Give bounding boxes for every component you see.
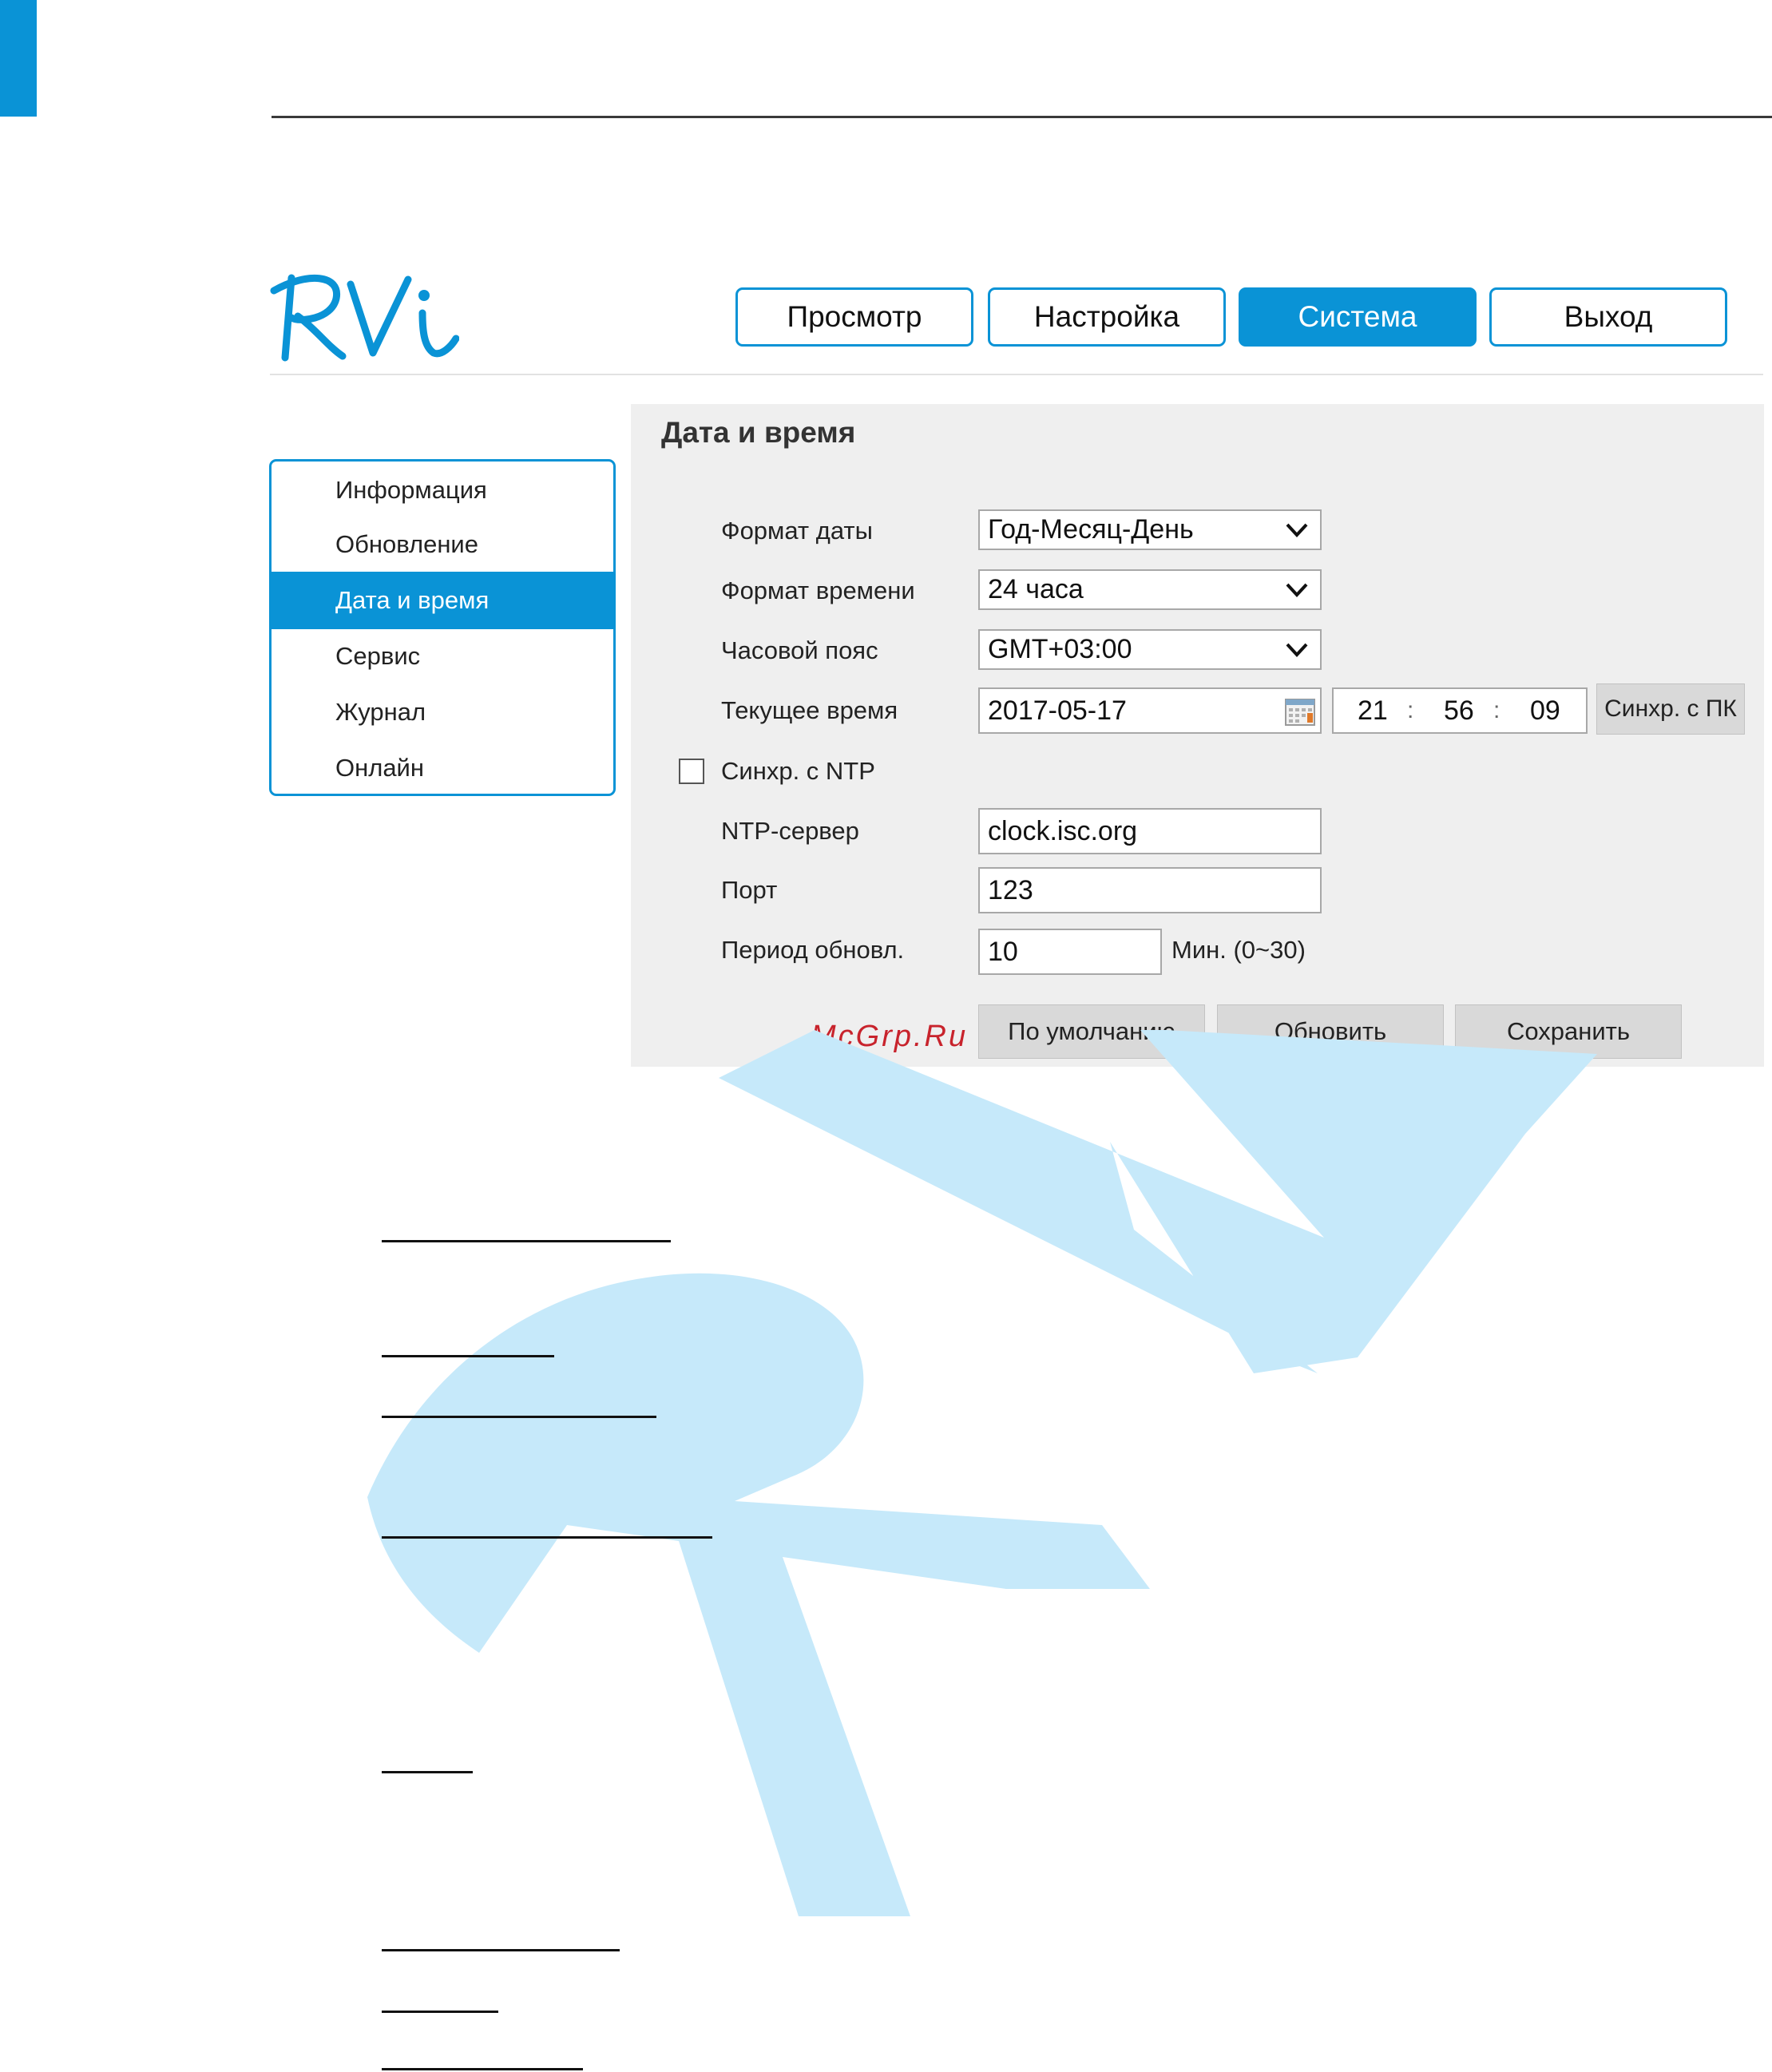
- update-period-input[interactable]: 10: [978, 929, 1162, 975]
- ntp-server-label: NTP-сервер: [721, 817, 859, 845]
- date-format-label: Формат даты: [721, 517, 873, 545]
- ntp-sync-label: Синхр. с NTP: [721, 757, 875, 785]
- default-button[interactable]: По умолчанию: [978, 1004, 1205, 1059]
- current-date-value: 2017-05-17: [988, 695, 1127, 726]
- watermark-text: McGrp.Ru: [811, 1020, 969, 1053]
- time-separator: :: [1493, 697, 1500, 723]
- ntp-server-value: clock.isc.org: [988, 815, 1138, 846]
- ntp-server-input[interactable]: clock.isc.org: [978, 808, 1322, 854]
- current-time-input[interactable]: 21 : 56 : 09: [1332, 687, 1588, 734]
- update-period-unit: Мин. (0~30): [1171, 936, 1306, 964]
- watermark-graphic: [367, 1030, 1597, 1916]
- blank-line: [382, 2068, 583, 2070]
- sidebar-item-service[interactable]: Сервис: [272, 628, 613, 685]
- current-date-input[interactable]: 2017-05-17: [978, 687, 1322, 734]
- calendar-icon[interactable]: [1285, 699, 1315, 726]
- hours-value[interactable]: 21: [1358, 689, 1388, 732]
- ntp-sync-checkbox[interactable]: [679, 759, 704, 784]
- blank-line: [382, 1355, 554, 1357]
- chevron-down-icon: [1286, 523, 1308, 537]
- timezone-value: GMT+03:00: [988, 634, 1132, 664]
- current-time-label: Текущее время: [721, 696, 898, 724]
- time-format-value: 24 часа: [988, 574, 1084, 604]
- seconds-value[interactable]: 09: [1530, 689, 1560, 732]
- nav-settings-button[interactable]: Настройка: [988, 287, 1226, 347]
- sync-with-pc-button[interactable]: Синхр. с ПК: [1596, 683, 1745, 735]
- rvi-logo: [270, 274, 459, 362]
- settings-panel: [631, 404, 1764, 1067]
- panel-title: Дата и время: [661, 416, 856, 449]
- date-format-value: Год-Месяц-День: [988, 514, 1194, 545]
- port-input[interactable]: 123: [978, 867, 1322, 913]
- minutes-value[interactable]: 56: [1444, 689, 1474, 732]
- time-format-label: Формат времени: [721, 576, 915, 604]
- refresh-button[interactable]: Обновить: [1217, 1004, 1444, 1059]
- time-separator: :: [1407, 697, 1414, 723]
- sidebar-item-date-time[interactable]: Дата и время: [272, 572, 613, 629]
- blank-line: [382, 2011, 498, 2013]
- port-value: 123: [988, 874, 1033, 905]
- update-period-label: Период обновл.: [721, 936, 905, 964]
- blank-line: [382, 1240, 671, 1242]
- sidebar-item-upgrade[interactable]: Обновление: [272, 516, 613, 573]
- nav-logout-button[interactable]: Выход: [1489, 287, 1727, 347]
- date-format-select[interactable]: Год-Месяц-День: [978, 509, 1322, 550]
- blank-line: [382, 1536, 712, 1539]
- port-label: Порт: [721, 876, 778, 904]
- header-divider: [270, 374, 1763, 375]
- sidebar-item-log[interactable]: Журнал: [272, 683, 613, 741]
- top-divider: [272, 116, 1772, 118]
- save-button[interactable]: Сохранить: [1455, 1004, 1682, 1059]
- nav-system-button[interactable]: Система: [1239, 287, 1477, 347]
- update-period-value: 10: [988, 936, 1018, 967]
- sidebar-item-info[interactable]: Информация: [272, 462, 613, 519]
- blank-line: [382, 1949, 620, 1951]
- chevron-down-icon: [1286, 583, 1308, 597]
- nav-view-button[interactable]: Просмотр: [735, 287, 973, 347]
- blank-line: [382, 1771, 473, 1773]
- blank-line: [382, 1416, 656, 1418]
- timezone-select[interactable]: GMT+03:00: [978, 629, 1322, 670]
- chevron-down-icon: [1286, 643, 1308, 657]
- timezone-label: Часовой пояс: [721, 636, 878, 664]
- sidebar: Информация Обновление Дата и время Серви…: [269, 459, 616, 796]
- time-format-select[interactable]: 24 часа: [978, 569, 1322, 610]
- sidebar-item-online[interactable]: Онлайн: [272, 739, 613, 794]
- corner-tab: [0, 0, 37, 117]
